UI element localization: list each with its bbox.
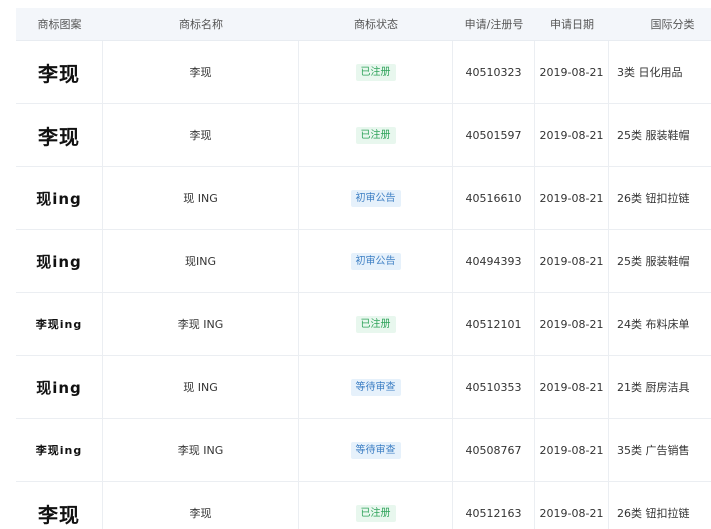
application-date: 2019-08-21 xyxy=(535,167,609,229)
table-row[interactable]: 现ing 现ING 初审公告 40494393 2019-08-21 25类 服… xyxy=(16,230,711,293)
trademark-logo-cell: 李现ing xyxy=(16,419,103,481)
application-date: 2019-08-21 xyxy=(535,293,609,355)
trademark-logo: 现ing xyxy=(36,252,82,271)
application-date: 2019-08-21 xyxy=(535,419,609,481)
international-class: 3类 日化用品 xyxy=(617,66,683,79)
table-row[interactable]: 李现 李现 已注册 40501597 2019-08-21 25类 服装鞋帽 xyxy=(16,104,711,167)
trademark-logo: 李现 xyxy=(38,124,80,149)
status-badge: 已注册 xyxy=(355,315,396,333)
trademark-name[interactable]: 李现 xyxy=(103,482,299,529)
international-class: 25类 服装鞋帽 xyxy=(617,255,690,268)
status-cell: 已注册 xyxy=(299,104,453,166)
trademark-logo: 李现 xyxy=(38,502,80,527)
status-badge: 已注册 xyxy=(355,504,396,522)
header-name: 商标名称 xyxy=(179,18,223,31)
trademark-logo: 李现ing xyxy=(35,444,83,457)
status-cell: 初审公告 xyxy=(299,167,453,229)
header-class: 国际分类 xyxy=(650,18,695,31)
trademark-logo: 现ing xyxy=(36,189,82,208)
registration-number: 40508767 xyxy=(453,419,535,481)
international-class: 35类 广告销售 xyxy=(617,444,690,457)
trademark-logo-cell: 现ing xyxy=(16,356,103,418)
trademark-name[interactable]: 李现 ING xyxy=(103,419,299,481)
status-cell: 已注册 xyxy=(299,482,453,529)
status-badge: 等待审查 xyxy=(350,441,401,459)
registration-number: 40501597 xyxy=(453,104,535,166)
trademark-logo-cell: 李现ing xyxy=(16,293,103,355)
header-regno: 申请/注册号 xyxy=(464,18,524,31)
international-class: 25类 服装鞋帽 xyxy=(617,129,690,142)
table-row[interactable]: 现ing 现 ING 等待审查 40510353 2019-08-21 21类 … xyxy=(16,356,711,419)
registration-number: 40512101 xyxy=(453,293,535,355)
international-class: 24类 布料床单 xyxy=(617,318,690,331)
header-status: 商标状态 xyxy=(354,18,398,31)
trademark-results-page: 商标图案 商标名称 商标状态 申请/注册号 申请日期 国际分类 李现 李现 已注… xyxy=(0,0,711,529)
trademark-name[interactable]: 李现 xyxy=(103,41,299,103)
trademark-name[interactable]: 李现 xyxy=(103,104,299,166)
status-badge: 初审公告 xyxy=(350,189,401,207)
international-class: 26类 钮扣拉链 xyxy=(617,507,690,520)
registration-number: 40510353 xyxy=(453,356,535,418)
trademark-logo: 现ing xyxy=(36,378,82,397)
table-row[interactable]: 李现ing 李现 ING 已注册 40512101 2019-08-21 24类… xyxy=(16,293,711,356)
trademark-logo: 李现ing xyxy=(35,318,83,331)
trademark-logo-cell: 李现 xyxy=(16,104,103,166)
header-date: 申请日期 xyxy=(550,18,594,31)
status-badge: 初审公告 xyxy=(350,252,401,270)
trademark-logo-cell: 李现 xyxy=(16,482,103,529)
application-date: 2019-08-21 xyxy=(535,41,609,103)
application-date: 2019-08-21 xyxy=(535,104,609,166)
trademark-table: 商标图案 商标名称 商标状态 申请/注册号 申请日期 国际分类 李现 李现 已注… xyxy=(16,8,711,529)
trademark-name[interactable]: 现 ING xyxy=(103,167,299,229)
table-header: 商标图案 商标名称 商标状态 申请/注册号 申请日期 国际分类 xyxy=(16,8,711,41)
registration-number: 40512163 xyxy=(453,482,535,529)
table-row[interactable]: 李现ing 李现 ING 等待审查 40508767 2019-08-21 35… xyxy=(16,419,711,482)
status-cell: 等待审查 xyxy=(299,356,453,418)
trademark-logo-cell: 现ing xyxy=(16,230,103,292)
application-date: 2019-08-21 xyxy=(535,230,609,292)
application-date: 2019-08-21 xyxy=(535,482,609,529)
trademark-name[interactable]: 现ING xyxy=(103,230,299,292)
trademark-name[interactable]: 现 ING xyxy=(103,356,299,418)
registration-number: 40494393 xyxy=(453,230,535,292)
trademark-logo: 李现 xyxy=(38,61,80,86)
table-row[interactable]: 现ing 现 ING 初审公告 40516610 2019-08-21 26类 … xyxy=(16,167,711,230)
header-logo: 商标图案 xyxy=(37,18,82,31)
trademark-logo-cell: 李现 xyxy=(16,41,103,103)
trademark-name[interactable]: 李现 ING xyxy=(103,293,299,355)
status-cell: 初审公告 xyxy=(299,230,453,292)
status-badge: 已注册 xyxy=(355,126,396,144)
trademark-logo-cell: 现ing xyxy=(16,167,103,229)
international-class: 26类 钮扣拉链 xyxy=(617,192,690,205)
registration-number: 40510323 xyxy=(453,41,535,103)
status-cell: 已注册 xyxy=(299,41,453,103)
table-row[interactable]: 李现 李现 已注册 40512163 2019-08-21 26类 钮扣拉链 xyxy=(16,482,711,529)
application-date: 2019-08-21 xyxy=(535,356,609,418)
international-class: 21类 厨房洁具 xyxy=(617,381,690,394)
table-row[interactable]: 李现 李现 已注册 40510323 2019-08-21 3类 日化用品 xyxy=(16,41,711,104)
status-cell: 已注册 xyxy=(299,293,453,355)
status-cell: 等待审查 xyxy=(299,419,453,481)
registration-number: 40516610 xyxy=(453,167,535,229)
status-badge: 等待审查 xyxy=(350,378,401,396)
status-badge: 已注册 xyxy=(355,63,396,81)
